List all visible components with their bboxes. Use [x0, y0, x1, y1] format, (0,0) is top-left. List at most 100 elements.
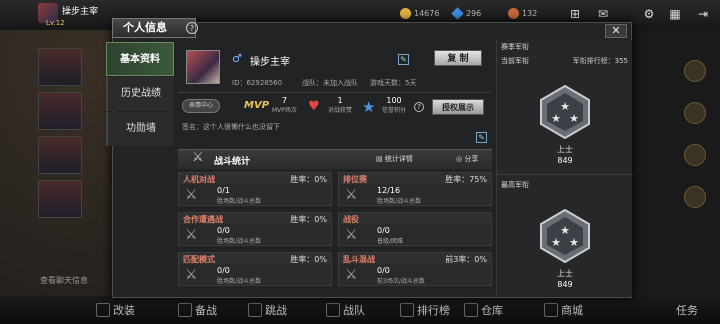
nav-label: 备战 — [195, 304, 217, 317]
wrench-icon — [96, 303, 110, 317]
mode-rate: 胜率：0% — [290, 175, 327, 184]
help-icon[interactable]: ? — [186, 22, 198, 34]
chat-line[interactable]: 查看聊天信息 — [40, 275, 88, 286]
edit-name-icon[interactable]: ✎ — [398, 54, 409, 65]
best-rank-label: 最高军衔 — [501, 181, 529, 189]
mode-name: 人机对战 — [183, 175, 215, 184]
crossed-guns-icon: ⚔ — [345, 187, 358, 203]
friend-thumb[interactable] — [38, 92, 82, 130]
divider — [178, 92, 492, 93]
backpack-icon — [178, 303, 192, 317]
diamond-value: 296 — [466, 9, 482, 18]
mvp-stat: 7 MVP场次 — [272, 96, 297, 114]
nav-leaderboard[interactable]: 排行榜 — [400, 302, 450, 318]
nav-challenge[interactable]: 跳战 — [248, 302, 287, 318]
copy-button[interactable]: 复 制 — [434, 50, 482, 66]
nav-prepare[interactable]: 备战 — [178, 302, 217, 318]
close-button[interactable]: ✕ — [605, 24, 627, 38]
gender-icon: ♂ — [232, 52, 242, 65]
mode-value: 0/0 — [217, 266, 230, 275]
current-rank-name: 上士 — [557, 145, 573, 154]
event-button[interactable] — [675, 60, 715, 96]
rank-emblem-icon: ★ ★ ★ — [540, 84, 590, 140]
event-button[interactable] — [675, 186, 715, 222]
right-sidebar — [675, 60, 715, 228]
event-icon — [684, 60, 706, 82]
ticket-counter[interactable]: 132 — [508, 8, 537, 19]
mode-value: 0/0 — [377, 266, 390, 275]
mode-sub: 胜场数/战斗总数 — [217, 198, 262, 205]
mode-cell[interactable]: 匹配模式 胜率：0% ⚔ 0/0 胜场数/战斗总数 — [178, 252, 332, 286]
profile-avatar[interactable] — [186, 50, 220, 84]
crossed-guns-icon: ⚔ — [345, 267, 358, 283]
help-icon[interactable]: ? — [414, 102, 424, 112]
edit-signature-icon[interactable]: ✎ — [476, 132, 487, 143]
crossed-guns-icon: ⚔ — [185, 187, 198, 203]
nav-label: 跳战 — [265, 304, 287, 317]
nav-tasks[interactable]: 任务 — [676, 302, 698, 318]
svg-text:★: ★ — [551, 236, 561, 249]
mode-rate: 胜率：0% — [290, 255, 327, 264]
current-rank-label: 当前军衔 — [501, 57, 529, 65]
gold-value: 14676 — [414, 9, 440, 18]
nav-team[interactable]: 战队 — [326, 302, 365, 318]
play-days: 游戏天数：5天 — [370, 79, 417, 87]
tab-basic-info[interactable]: 基本资料 — [106, 42, 174, 76]
mode-sub: 胜场数/战斗总数 — [217, 278, 262, 285]
battle-stats-title: 战斗统计 — [214, 157, 251, 167]
stats-detail-link[interactable]: ▤ 统计详情 — [376, 154, 413, 164]
trophy-icon — [400, 303, 414, 317]
nav-shop[interactable]: 商城 — [544, 302, 583, 318]
grid-menu-icon[interactable]: ▦ — [668, 7, 682, 21]
nav-label: 排行榜 — [417, 304, 450, 317]
mode-name: 排位赛 — [343, 175, 367, 184]
mode-sub: 胜场数/战斗总数 — [377, 198, 422, 205]
mvp-sub: MVP场次 — [272, 107, 297, 114]
mode-cell[interactable]: 合作遭遇战 胜率：0% ⚔ 0/0 胜场数/战斗总数 — [178, 212, 332, 246]
mode-cell[interactable]: 人机对战 胜率：0% ⚔ 0/1 胜场数/战斗总数 — [178, 172, 332, 206]
exit-icon[interactable]: ⇥ — [696, 7, 710, 21]
mvp-label: MVP — [244, 100, 270, 111]
add-friend-icon[interactable]: ⊞ — [568, 7, 582, 21]
mode-name: 合作遭遇战 — [183, 215, 223, 224]
signature-text: 签名：这个人很懒什么也没留下 — [182, 123, 280, 131]
mode-rate: 胜率：75% — [445, 175, 487, 184]
mode-cell[interactable]: 排位赛 胜率：75% ⚔ 12/16 胜场数/战斗总数 — [338, 172, 492, 206]
divider — [497, 174, 633, 175]
player-name: 操步主宰 — [62, 7, 99, 17]
friend-thumb[interactable] — [38, 136, 82, 174]
tab-merit-wall[interactable]: 功勋墙 — [106, 112, 174, 146]
like-sub: 对战获赞 — [328, 107, 353, 114]
event-button[interactable] — [675, 102, 715, 138]
player-level: Lv.12 — [46, 19, 65, 27]
ticket-icon — [508, 8, 519, 19]
friend-thumb[interactable] — [38, 48, 82, 86]
rank-panel: 赛季军衔 当前军衔 军衔排行榜：355 ★ ★ ★ 上士 849 最高军衔 ★ … — [496, 40, 633, 296]
mode-cell[interactable]: 乱斗混战 前3率：0% ⚔ 0/0 前3场次/战斗总数 — [338, 252, 492, 286]
mail-icon[interactable]: ✉ — [596, 7, 610, 21]
friend-thumb[interactable] — [38, 180, 82, 218]
svg-text:★: ★ — [551, 112, 561, 125]
badge-row: 表情中心 MVP 7 MVP场次 ♥ 1 对战获赞 ★ 100 信誉积分 ? 授… — [182, 96, 492, 118]
gear-icon[interactable]: ⚙ — [642, 7, 656, 21]
auth-display-button[interactable]: 授权展示 — [432, 99, 484, 115]
mode-value: 12/16 — [377, 186, 401, 195]
season-rank-label: 赛季军衔 — [501, 43, 529, 51]
cart-icon — [544, 303, 558, 317]
mode-cell[interactable]: 战役 ⚔ 0/0 普级/困难 — [338, 212, 492, 246]
nav-modify[interactable]: 改装 — [96, 302, 135, 318]
gold-counter[interactable]: 14676 — [400, 8, 439, 19]
player-id: ID：62928560 — [232, 79, 283, 87]
event-icon — [684, 102, 706, 124]
rank-position: 军衔排行榜：355 — [572, 57, 628, 65]
like-value: 1 — [337, 96, 343, 105]
diamond-counter[interactable]: 296 — [451, 7, 482, 20]
nav-warehouse[interactable]: 仓库 — [464, 302, 503, 318]
event-button[interactable] — [675, 144, 715, 180]
tab-history[interactable]: 历史战绩 — [106, 77, 174, 111]
share-link[interactable]: ◎ 分享 — [456, 154, 478, 164]
battle-stats-header: ⚔ 战斗统计 ▤ 统计详情 ◎ 分享 — [178, 149, 492, 169]
mode-name: 乱斗混战 — [343, 255, 375, 264]
emote-center-chip[interactable]: 表情中心 — [182, 99, 221, 113]
mode-sub: 胜场数/战斗总数 — [217, 238, 262, 245]
